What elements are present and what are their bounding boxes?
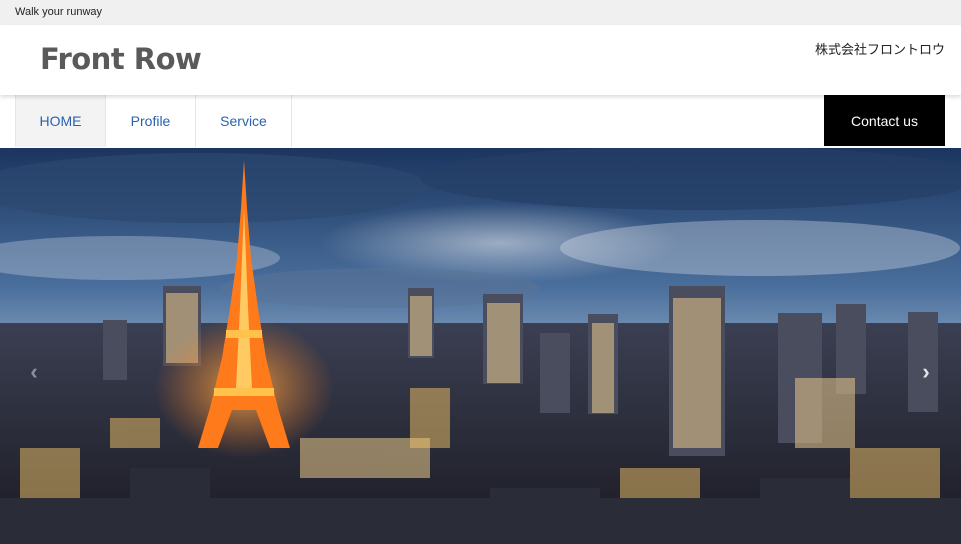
chevron-left-icon[interactable]: ‹	[22, 359, 46, 384]
nav-item-label: Service	[220, 113, 267, 129]
site-header: Front Row 株式会社フロントロウ	[0, 25, 961, 95]
nav-item-home[interactable]: HOME	[15, 95, 106, 147]
nav-item-service[interactable]: Service	[196, 95, 292, 147]
site-logo[interactable]: Front Row	[40, 42, 202, 76]
tagline: Walk your runway	[15, 6, 103, 18]
contact-us-button[interactable]: Contact us	[824, 95, 945, 146]
nav-item-profile[interactable]: Profile	[106, 95, 196, 147]
hero-image	[0, 148, 961, 544]
chevron-right-icon[interactable]: ›	[914, 359, 938, 384]
top-bar: Walk your runway	[0, 0, 961, 25]
company-name: 株式会社フロントロウ	[814, 42, 945, 57]
nav-item-label: HOME	[39, 113, 82, 129]
nav-item-label: Profile	[130, 113, 171, 129]
main-nav: HOME Profile Service Contact us	[0, 95, 961, 148]
hero-carousel: ‹ ›	[0, 148, 961, 544]
